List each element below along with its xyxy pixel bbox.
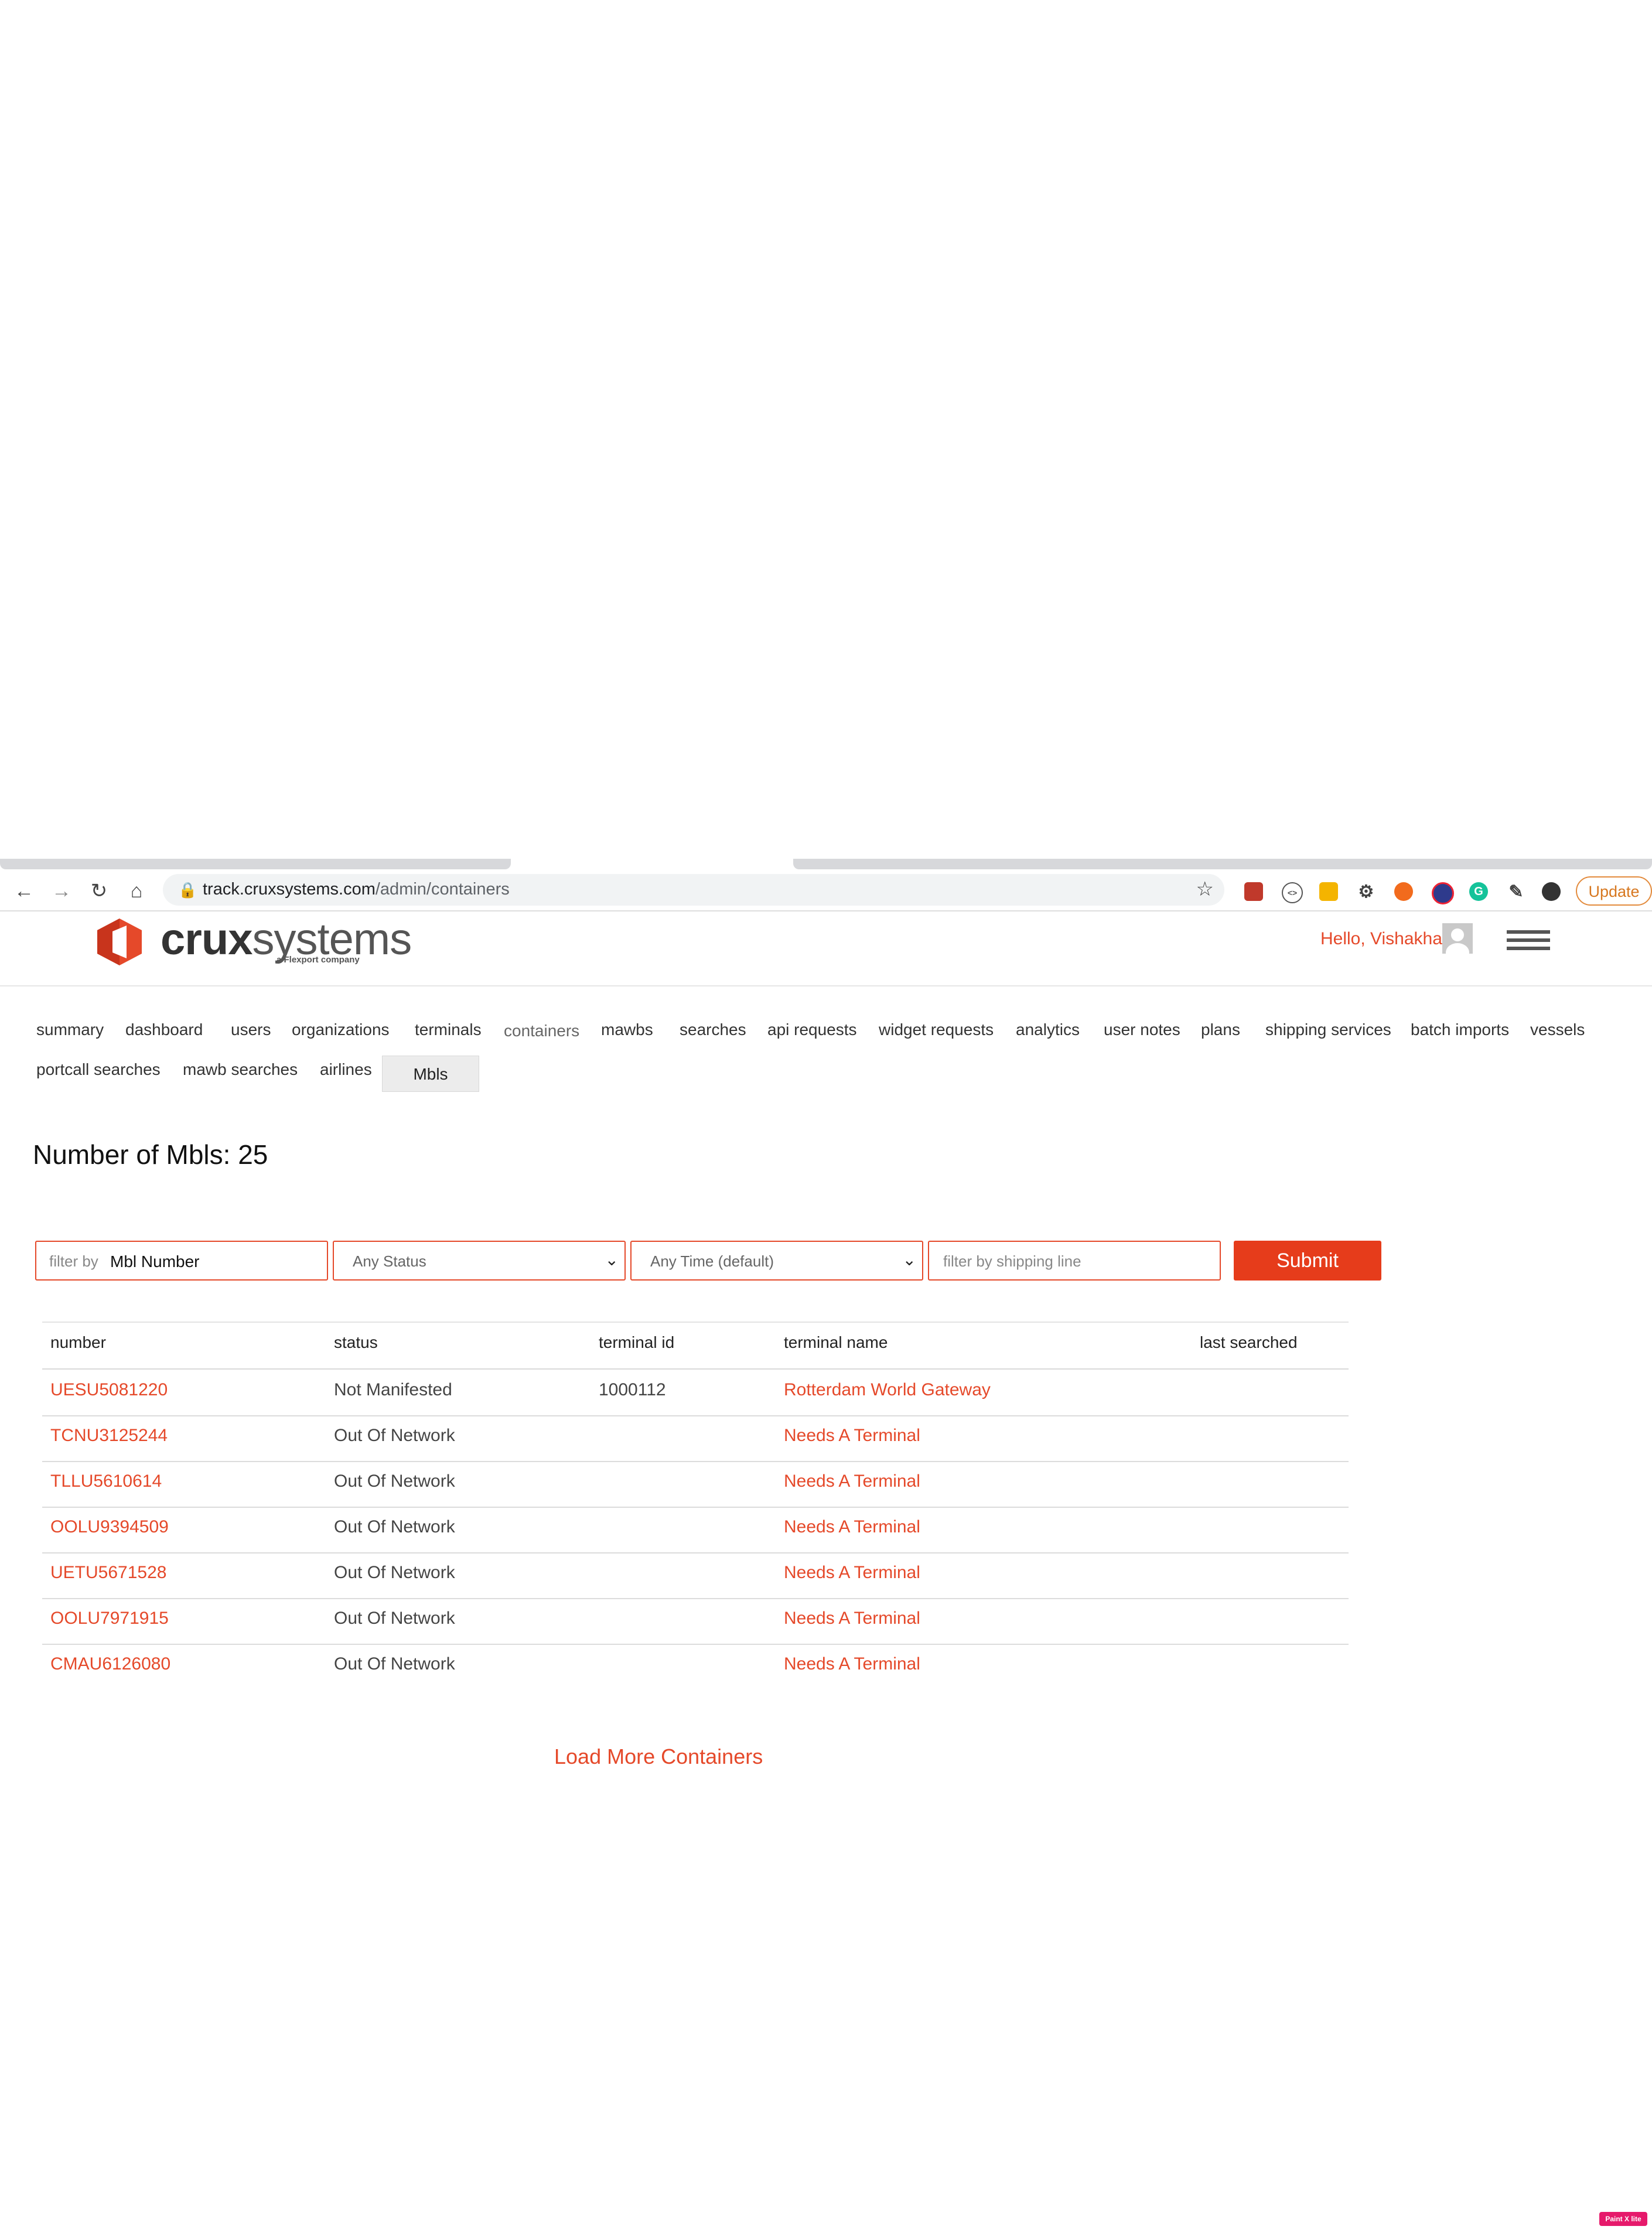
terminal-name-link[interactable]: Needs A Terminal bbox=[784, 1563, 920, 1583]
submit-button[interactable]: Submit bbox=[1234, 1241, 1381, 1281]
url-text: track.cruxsystems.com/admin/containers bbox=[203, 880, 510, 899]
nav-organizations[interactable]: organizations bbox=[292, 1020, 390, 1039]
crux-logo-icon[interactable] bbox=[95, 917, 144, 967]
status-select[interactable]: Any Status ⌄ bbox=[333, 1241, 626, 1281]
hamburger-menu-icon[interactable] bbox=[1507, 930, 1550, 955]
mbl-number-link[interactable]: OOLU7971915 bbox=[50, 1609, 169, 1628]
nav-plans[interactable]: plans bbox=[1201, 1020, 1240, 1039]
nav-mawb-searches[interactable]: mawb searches bbox=[183, 1060, 298, 1079]
time-selected: Any Time (default) bbox=[650, 1252, 774, 1270]
nav-containers[interactable]: containers bbox=[504, 1022, 579, 1040]
chevron-down-icon: ⌄ bbox=[605, 1251, 619, 1269]
table-row: UETU5671528 Out Of Network Needs A Termi… bbox=[42, 1552, 1349, 1599]
status-selected: Any Status bbox=[353, 1252, 426, 1270]
nav-users[interactable]: users bbox=[231, 1020, 271, 1039]
home-icon[interactable]: ⌂ bbox=[123, 878, 150, 904]
nav-batch-imports[interactable]: batch imports bbox=[1411, 1020, 1509, 1039]
nav-airlines[interactable]: airlines bbox=[320, 1060, 372, 1079]
reload-icon[interactable]: ↻ bbox=[86, 878, 112, 904]
table-row: UESU5081220 Not Manifested 1000112 Rotte… bbox=[42, 1370, 1349, 1416]
table-row: CMAU6126080 Out Of Network Needs A Termi… bbox=[42, 1644, 1349, 1689]
lock-icon: 🔒 bbox=[178, 881, 197, 899]
terminal-name-link[interactable]: Rotterdam World Gateway bbox=[784, 1380, 991, 1400]
mbl-number-link[interactable]: TCNU3125244 bbox=[50, 1426, 168, 1446]
table-row: OOLU7971915 Out Of Network Needs A Termi… bbox=[42, 1598, 1349, 1645]
back-icon[interactable]: ← bbox=[11, 878, 37, 904]
column-header-terminal-name[interactable]: terminal name bbox=[784, 1333, 888, 1352]
table-row: OOLU9394509 Out Of Network Needs A Termi… bbox=[42, 1507, 1349, 1553]
mbl-number-link[interactable]: OOLU9394509 bbox=[50, 1517, 169, 1537]
column-header-terminal-id[interactable]: terminal id bbox=[599, 1333, 674, 1352]
column-header-number[interactable]: number bbox=[50, 1333, 106, 1352]
profile-ext-icon[interactable] bbox=[1542, 882, 1561, 901]
logo-tagline: a Flexport company bbox=[277, 955, 360, 965]
nav-analytics[interactable]: analytics bbox=[1016, 1020, 1080, 1039]
puzzle-ext-icon[interactable]: ✎ bbox=[1507, 882, 1525, 902]
tab-left[interactable] bbox=[0, 859, 511, 869]
app-header: cruxsystems a Flexport company Hello, Vi… bbox=[0, 911, 1652, 986]
nav-dashboard[interactable]: dashboard bbox=[125, 1020, 203, 1039]
status-cell: Out Of Network bbox=[334, 1654, 455, 1674]
status-cell: Out Of Network bbox=[334, 1426, 455, 1445]
terminal-name-link[interactable]: Needs A Terminal bbox=[784, 1609, 920, 1628]
load-more-link[interactable]: Load More Containers bbox=[554, 1744, 763, 1769]
nav-vessels[interactable]: vessels bbox=[1530, 1020, 1585, 1039]
terminal-name-link[interactable]: Needs A Terminal bbox=[784, 1426, 920, 1446]
terminal-id-cell: 1000112 bbox=[599, 1380, 666, 1399]
nav-summary[interactable]: summary bbox=[36, 1020, 104, 1039]
bookmark-ext-icon[interactable] bbox=[1244, 882, 1263, 901]
status-cell: Not Manifested bbox=[334, 1380, 452, 1399]
time-select[interactable]: Any Time (default) ⌄ bbox=[630, 1241, 923, 1281]
update-button[interactable]: Update bbox=[1576, 876, 1652, 906]
nav-portcall-searches[interactable]: portcall searches bbox=[36, 1060, 161, 1079]
column-header-last-searched[interactable]: last searched bbox=[1200, 1333, 1298, 1352]
nav-user-notes[interactable]: user notes bbox=[1104, 1020, 1180, 1039]
tab-right[interactable] bbox=[793, 859, 1652, 869]
terminal-name-link[interactable]: Needs A Terminal bbox=[784, 1654, 920, 1674]
user-greeting[interactable]: Hello, Vishakha bbox=[1320, 929, 1442, 949]
watermark-badge: Paint X lite bbox=[1599, 2212, 1647, 2226]
shipping-line-placeholder: filter by shipping line bbox=[943, 1252, 1081, 1270]
nav-mbls-active[interactable]: Mbls bbox=[382, 1056, 479, 1092]
nav-searches[interactable]: searches bbox=[680, 1020, 746, 1039]
column-header-status[interactable]: status bbox=[334, 1333, 378, 1352]
nav-api-requests[interactable]: api requests bbox=[767, 1020, 857, 1039]
mbl-filter-select[interactable]: filter by Mbl Number bbox=[35, 1241, 328, 1281]
mbl-number-link[interactable]: UETU5671528 bbox=[50, 1563, 166, 1583]
avatar[interactable] bbox=[1442, 923, 1473, 954]
notes-ext-icon[interactable] bbox=[1319, 882, 1338, 901]
status-cell: Out Of Network bbox=[334, 1609, 455, 1628]
grammarly-ext-icon[interactable]: G bbox=[1469, 882, 1488, 901]
filter-by-label: filter by bbox=[49, 1252, 98, 1270]
nav-shipping-services[interactable]: shipping services bbox=[1265, 1020, 1391, 1039]
nav-terminals[interactable]: terminals bbox=[415, 1020, 482, 1039]
color-ext-icon[interactable] bbox=[1432, 882, 1454, 904]
terminal-name-link[interactable]: Needs A Terminal bbox=[784, 1471, 920, 1491]
user-avatar-icon bbox=[1446, 928, 1469, 954]
code-ext-icon[interactable]: <> bbox=[1282, 882, 1303, 903]
forward-icon[interactable]: → bbox=[48, 878, 75, 904]
flame-ext-icon[interactable] bbox=[1394, 882, 1413, 901]
bookmark-star-icon[interactable]: ☆ bbox=[1196, 878, 1214, 901]
page-title: Number of Mbls: 25 bbox=[33, 1139, 268, 1170]
table-row: TLLU5610614 Out Of Network Needs A Termi… bbox=[42, 1461, 1349, 1508]
mbl-number-link[interactable]: UESU5081220 bbox=[50, 1380, 168, 1400]
chevron-down-icon: ⌄ bbox=[902, 1251, 916, 1269]
status-cell: Out Of Network bbox=[334, 1471, 455, 1491]
status-cell: Out Of Network bbox=[334, 1563, 455, 1582]
mbl-number-link[interactable]: TLLU5610614 bbox=[50, 1471, 162, 1491]
status-cell: Out Of Network bbox=[334, 1517, 455, 1537]
address-bar[interactable]: 🔒 track.cruxsystems.com/admin/containers… bbox=[163, 874, 1224, 906]
nav-widget-requests[interactable]: widget requests bbox=[879, 1020, 994, 1039]
table-top-border bbox=[42, 1322, 1349, 1323]
terminal-name-link[interactable]: Needs A Terminal bbox=[784, 1517, 920, 1537]
nav-mawbs[interactable]: mawbs bbox=[601, 1020, 653, 1039]
browser-toolbar: ← → ↻ ⌂ 🔒 track.cruxsystems.com/admin/co… bbox=[0, 872, 1652, 911]
tab-strip bbox=[0, 859, 1652, 869]
mbl-number-link[interactable]: CMAU6126080 bbox=[50, 1654, 170, 1674]
table-row: TCNU3125244 Out Of Network Needs A Termi… bbox=[42, 1415, 1349, 1462]
gear-ext-icon[interactable]: ⚙ bbox=[1357, 882, 1375, 902]
filter-by-value: Mbl Number bbox=[110, 1252, 200, 1271]
shipping-line-input[interactable]: filter by shipping line bbox=[928, 1241, 1221, 1281]
